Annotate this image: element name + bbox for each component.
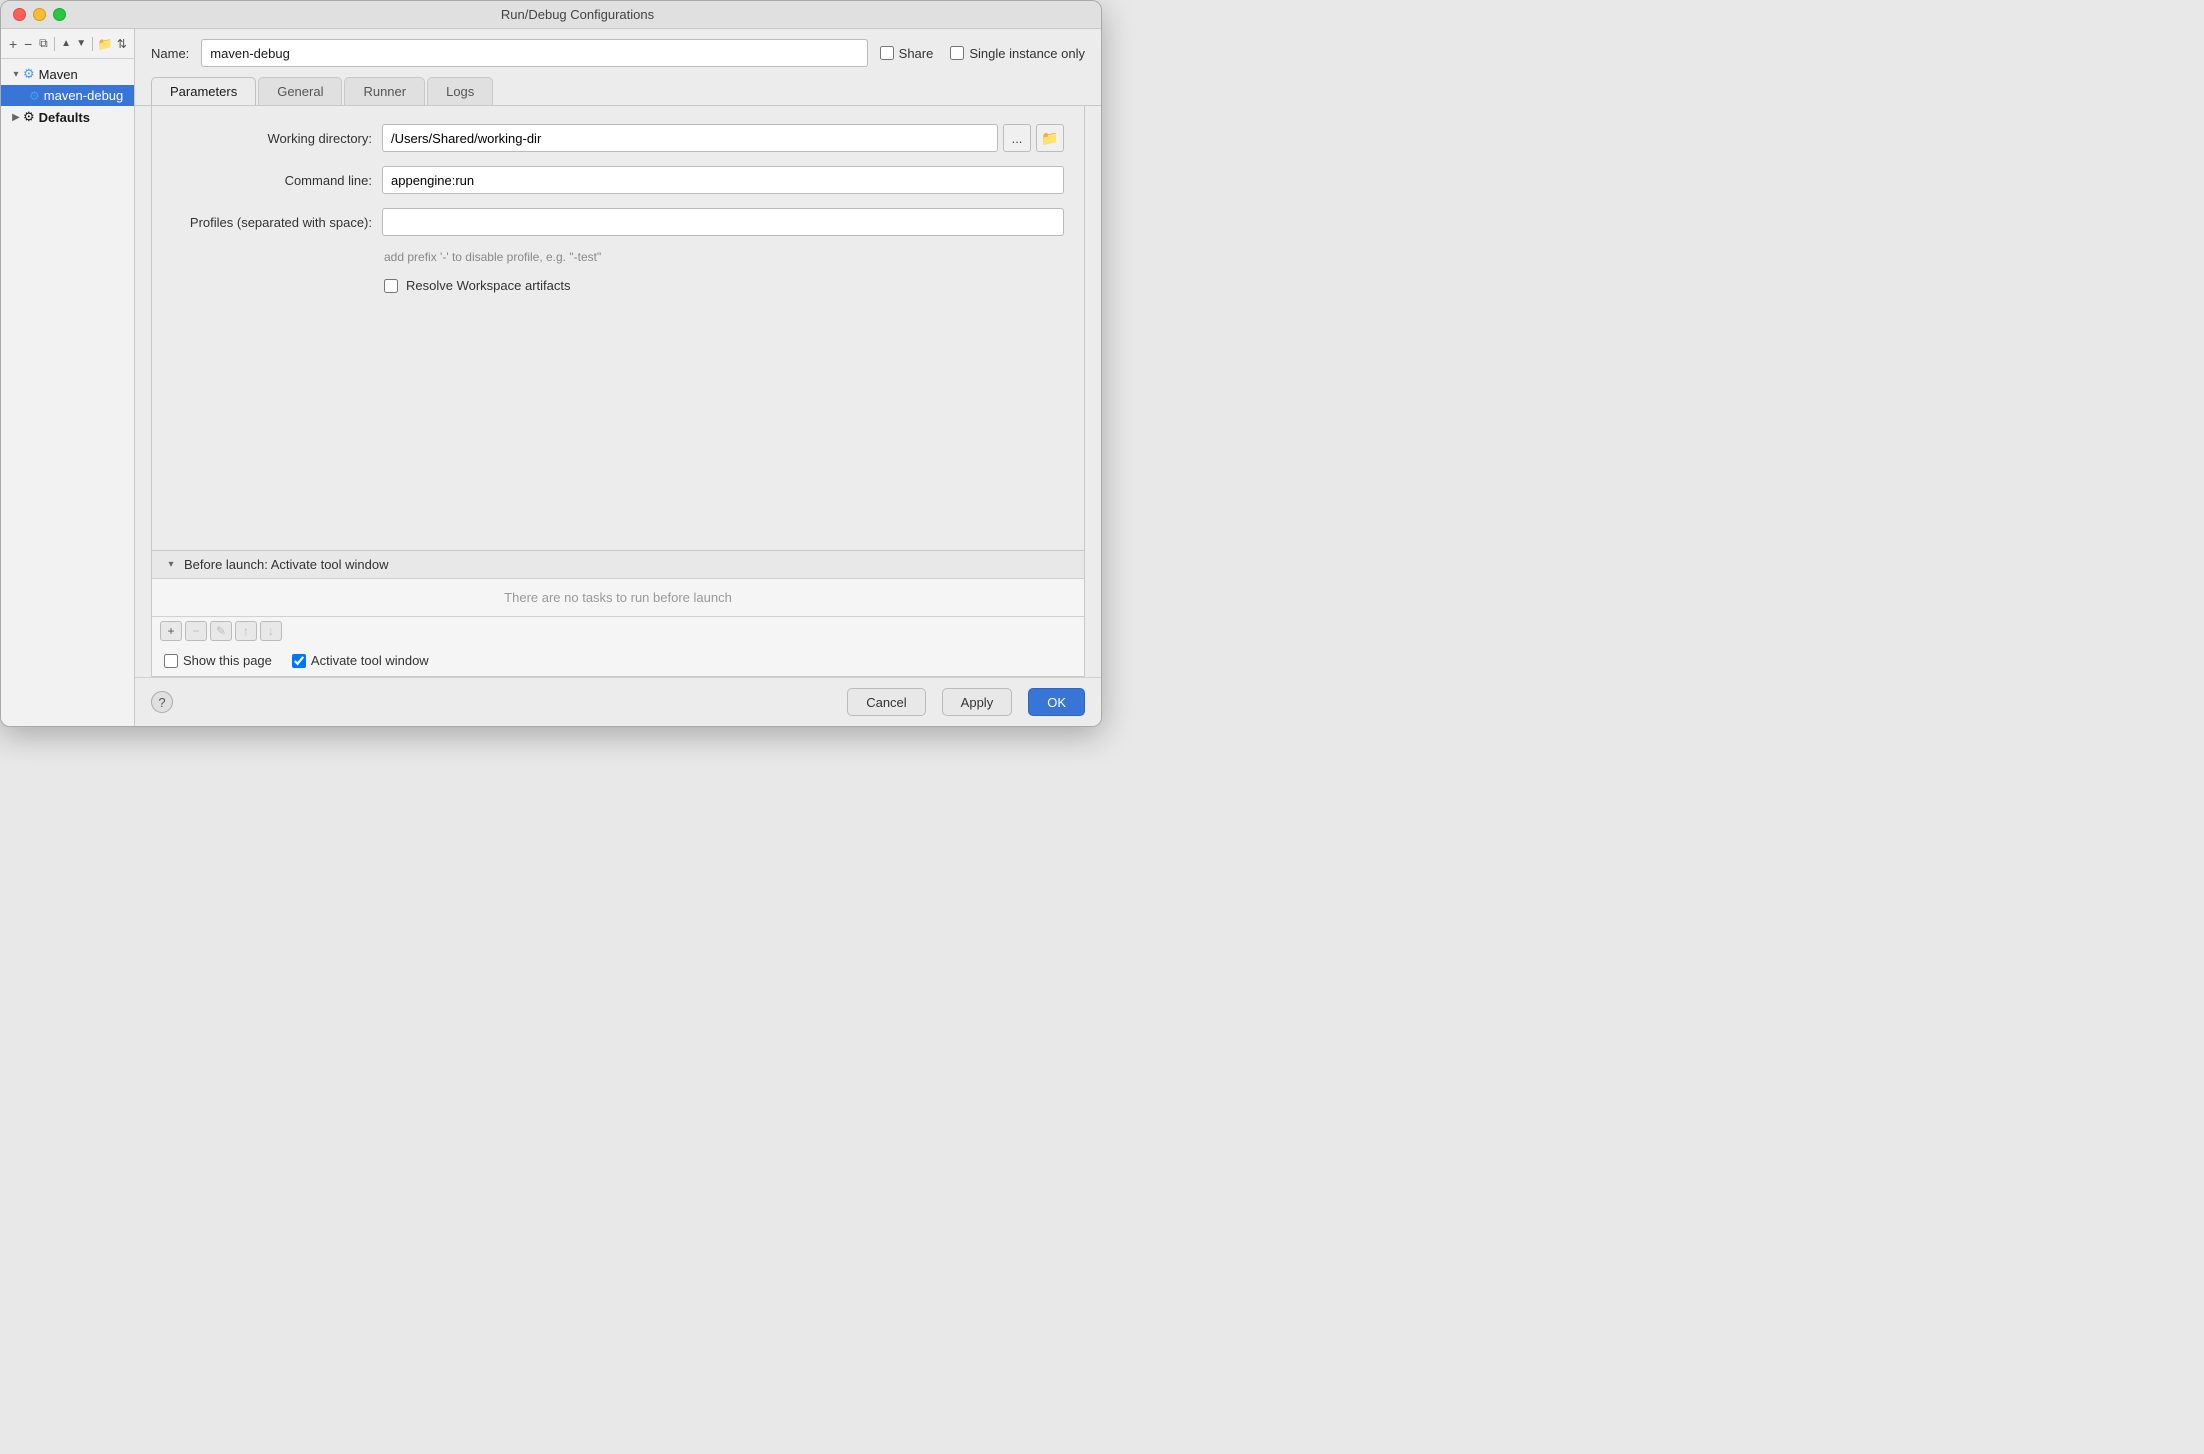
working-directory-row: Working directory: ... 📁 xyxy=(172,124,1064,152)
single-instance-check-label[interactable]: Single instance only xyxy=(950,46,1085,61)
profiles-label: Profiles (separated with space): xyxy=(172,215,372,230)
move-task-up-button[interactable]: ↑ xyxy=(235,621,257,641)
share-check-label[interactable]: Share xyxy=(880,46,934,61)
working-directory-input[interactable] xyxy=(382,124,998,152)
bottom-bar: ? Cancel Apply OK xyxy=(135,677,1101,726)
maximize-button[interactable] xyxy=(53,8,66,21)
no-tasks-text: There are no tasks to run before launch xyxy=(504,590,732,605)
add-task-button[interactable]: + xyxy=(160,621,182,641)
help-button[interactable]: ? xyxy=(151,691,173,713)
tree-item-maven-debug[interactable]: ⚙ maven-debug xyxy=(1,85,134,106)
traffic-lights xyxy=(13,8,66,21)
name-input[interactable] xyxy=(201,39,867,67)
name-label: Name: xyxy=(151,46,189,61)
show-page-checkbox[interactable] xyxy=(164,654,178,668)
copy-config-button[interactable]: ⧉ xyxy=(37,33,49,55)
config-header: Name: Share Single instance only xyxy=(135,29,1101,77)
tab-general[interactable]: General xyxy=(258,77,342,105)
profiles-hint: add prefix '-' to disable profile, e.g. … xyxy=(172,250,1064,264)
defaults-icon: ⚙ xyxy=(23,109,35,125)
apply-button[interactable]: Apply xyxy=(942,688,1013,716)
before-launch-checks: Show this page Activate tool window xyxy=(152,645,1084,676)
share-checkbox[interactable] xyxy=(880,46,894,60)
toolbar-separator-2 xyxy=(92,37,93,51)
activate-tool-window-check-label[interactable]: Activate tool window xyxy=(292,653,429,668)
working-directory-folder-button[interactable]: 📁 xyxy=(1036,124,1064,152)
profiles-input[interactable] xyxy=(382,208,1064,236)
main-content: + − ⧉ ▲ ▼ 📁 ⇅ ▾ ⚙ Maven ⚙ xyxy=(1,29,1101,726)
window-title: Run/Debug Configurations xyxy=(66,7,1089,22)
edit-task-button[interactable]: ✎ xyxy=(210,621,232,641)
before-launch-section: ▾ Before launch: Activate tool window Th… xyxy=(151,551,1085,677)
move-task-down-button[interactable]: ↓ xyxy=(260,621,282,641)
tab-parameters[interactable]: Parameters xyxy=(151,77,256,105)
defaults-toggle-icon: ▶ xyxy=(9,112,23,123)
tab-runner[interactable]: Runner xyxy=(344,77,425,105)
before-launch-toggle-icon: ▾ xyxy=(164,559,178,570)
toolbar-separator xyxy=(54,37,55,51)
working-directory-input-row: ... 📁 xyxy=(382,124,1064,152)
activate-tool-window-label: Activate tool window xyxy=(311,653,429,668)
command-line-row: Command line: xyxy=(172,166,1064,194)
minimize-button[interactable] xyxy=(33,8,46,21)
maven-debug-label: maven-debug xyxy=(44,88,124,103)
tab-logs[interactable]: Logs xyxy=(427,77,493,105)
maven-label: Maven xyxy=(39,67,78,82)
tree-item-maven[interactable]: ▾ ⚙ Maven xyxy=(1,63,134,85)
add-config-button[interactable]: + xyxy=(7,33,19,55)
left-toolbar: + − ⧉ ▲ ▼ 📁 ⇅ xyxy=(1,29,134,59)
tabs-row: Parameters General Runner Logs xyxy=(135,77,1101,106)
remove-config-button[interactable]: − xyxy=(22,33,34,55)
maven-debug-icon: ⚙ xyxy=(29,89,40,103)
single-instance-checkbox[interactable] xyxy=(950,46,964,60)
share-area: Share Single instance only xyxy=(880,46,1085,61)
ok-button[interactable]: OK xyxy=(1028,688,1085,716)
sort-button[interactable]: ⇅ xyxy=(116,33,128,55)
form-area: Working directory: ... 📁 Command line: xyxy=(151,106,1085,551)
left-panel: + − ⧉ ▲ ▼ 📁 ⇅ ▾ ⚙ Maven ⚙ xyxy=(1,29,135,726)
remove-task-button[interactable]: − xyxy=(185,621,207,641)
working-directory-label: Working directory: xyxy=(172,131,372,146)
right-panel: Name: Share Single instance only Paramet… xyxy=(135,29,1101,726)
working-directory-dots-button[interactable]: ... xyxy=(1003,124,1031,152)
move-up-button[interactable]: ▲ xyxy=(60,33,72,55)
move-down-button[interactable]: ▼ xyxy=(75,33,87,55)
folder-button[interactable]: 📁 xyxy=(98,33,113,55)
tree-item-defaults[interactable]: ▶ ⚙ Defaults xyxy=(1,106,134,128)
profiles-row: Profiles (separated with space): xyxy=(172,208,1064,236)
resolve-artifacts-checkbox[interactable] xyxy=(384,279,398,293)
resolve-artifacts-label[interactable]: Resolve Workspace artifacts xyxy=(406,278,571,293)
show-page-check-label[interactable]: Show this page xyxy=(164,653,272,668)
config-tree: ▾ ⚙ Maven ⚙ maven-debug ▶ ⚙ Defaults xyxy=(1,59,134,726)
tasks-empty-area: There are no tasks to run before launch xyxy=(152,579,1084,617)
resolve-artifacts-row: Resolve Workspace artifacts xyxy=(172,278,1064,293)
form-inner: Working directory: ... 📁 Command line: xyxy=(152,106,1084,319)
show-page-label: Show this page xyxy=(183,653,272,668)
command-line-input[interactable] xyxy=(382,166,1064,194)
before-launch-header[interactable]: ▾ Before launch: Activate tool window xyxy=(152,551,1084,579)
before-launch-title: Before launch: Activate tool window xyxy=(184,557,389,572)
maven-toggle-icon: ▾ xyxy=(9,69,23,80)
close-button[interactable] xyxy=(13,8,26,21)
share-label: Share xyxy=(899,46,934,61)
single-instance-label: Single instance only xyxy=(969,46,1085,61)
activate-tool-window-checkbox[interactable] xyxy=(292,654,306,668)
titlebar: Run/Debug Configurations xyxy=(1,1,1101,29)
defaults-label: Defaults xyxy=(39,110,90,125)
cancel-button[interactable]: Cancel xyxy=(847,688,925,716)
tasks-toolbar: + − ✎ ↑ ↓ xyxy=(152,617,1084,645)
maven-icon: ⚙ xyxy=(23,66,35,82)
main-window: Run/Debug Configurations + − ⧉ ▲ ▼ 📁 ⇅ ▾… xyxy=(0,0,1102,727)
command-line-label: Command line: xyxy=(172,173,372,188)
